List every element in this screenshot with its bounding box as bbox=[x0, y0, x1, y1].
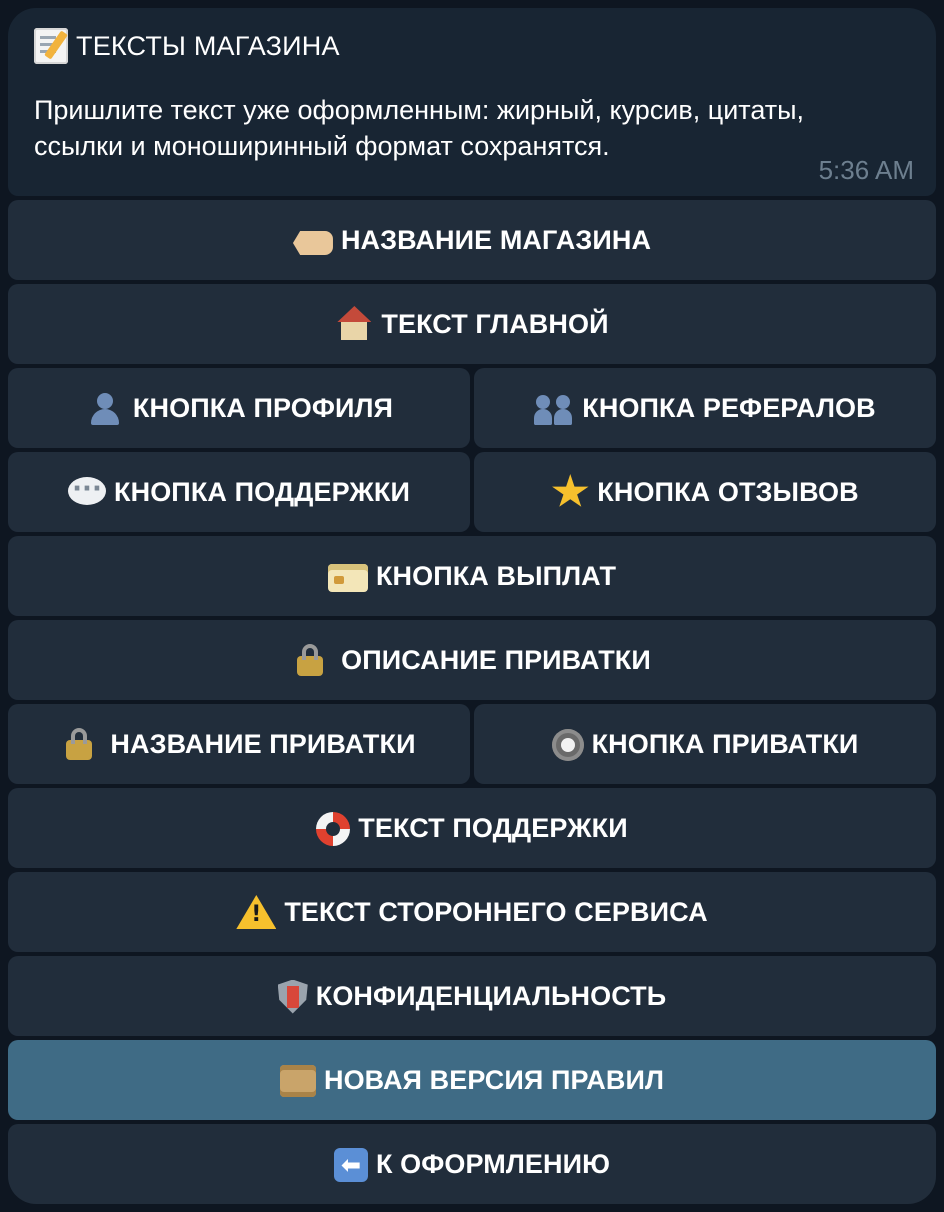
button-label: ТЕКСТ СТОРОННЕГО СЕРВИСА bbox=[284, 896, 708, 927]
button-label: НАЗВАНИЕ МАГАЗИНА bbox=[340, 224, 652, 255]
keyboard-row: КНОПКА ПРОФИЛЯ КНОПКА РЕФЕРАЛОВ bbox=[8, 368, 936, 448]
label-tag-icon bbox=[292, 231, 333, 255]
message-time: 5:36 AM bbox=[818, 155, 914, 185]
keyboard-row: КНОПКА ПОДДЕРЖКИ КНОПКА ОТЗЫВОВ bbox=[8, 452, 936, 532]
users-icon bbox=[534, 391, 574, 425]
message-title-text: ТЕКСТЫ МАГАЗИНА bbox=[76, 31, 340, 61]
keyboard-row: НОВАЯ ВЕРСИЯ ПРАВИЛ bbox=[8, 1040, 936, 1120]
lock-key-icon bbox=[293, 642, 333, 678]
main-text-button[interactable]: ТЕКСТ ГЛАВНОЙ bbox=[8, 284, 936, 364]
new-rules-version-button[interactable]: НОВАЯ ВЕРСИЯ ПРАВИЛ bbox=[8, 1040, 936, 1120]
button-label: КНОПКА ПРОФИЛЯ bbox=[132, 392, 394, 423]
button-label: НАЗВАНИЕ ПРИВАТКИ bbox=[110, 728, 416, 759]
star-icon bbox=[552, 474, 589, 507]
chat-area: ТЕКСТЫ МАГАЗИНА Пришлите текст уже оформ… bbox=[8, 8, 936, 1208]
lock-key-icon bbox=[62, 726, 102, 762]
memo-icon bbox=[34, 28, 68, 64]
private-button-button[interactable]: КНОПКА ПРИВАТКИ bbox=[474, 704, 936, 784]
button-label: ОПИСАНИЕ ПРИВАТКИ bbox=[341, 644, 651, 675]
keyboard-row: КОНФИДЕНЦИАЛЬНОСТЬ bbox=[8, 956, 936, 1036]
message-title: ТЕКСТЫ МАГАЗИНА bbox=[34, 28, 910, 64]
keyboard-row: КНОПКА ВЫПЛАТ bbox=[8, 536, 936, 616]
credit-card-icon bbox=[327, 564, 368, 592]
profile-button-button[interactable]: КНОПКА ПРОФИЛЯ bbox=[8, 368, 470, 448]
button-label: ТЕКСТ ГЛАВНОЙ bbox=[381, 308, 609, 339]
support-button-button[interactable]: КНОПКА ПОДДЕРЖКИ bbox=[8, 452, 470, 532]
button-label: КОНФИДЕНЦИАЛЬНОСТЬ bbox=[315, 980, 667, 1011]
scroll-icon bbox=[279, 1065, 316, 1097]
button-label: КНОПКА ПРИВАТКИ bbox=[591, 728, 859, 759]
button-label: ТЕКСТ ПОДДЕРЖКИ bbox=[358, 812, 628, 843]
life-buoy-icon bbox=[316, 811, 351, 846]
third-party-service-text-button[interactable]: ТЕКСТ СТОРОННЕГО СЕРВИСА bbox=[8, 872, 936, 952]
button-label: НОВАЯ ВЕРСИЯ ПРАВИЛ bbox=[323, 1064, 664, 1095]
keyboard-row: НАЗВАНИЕ ПРИВАТКИ КНОПКА ПРИВАТКИ bbox=[8, 704, 936, 784]
message-text: Пришлите текст уже оформленным: жирный, … bbox=[34, 95, 805, 161]
keyboard-row: ТЕКСТ ПОДДЕРЖКИ bbox=[8, 788, 936, 868]
privacy-button[interactable]: КОНФИДЕНЦИАЛЬНОСТЬ bbox=[8, 956, 936, 1036]
back-to-design-button[interactable]: К ОФОРМЛЕНИЮ bbox=[8, 1124, 936, 1204]
button-label: КНОПКА ОТЗЫВОВ bbox=[597, 476, 859, 507]
support-text-button[interactable]: ТЕКСТ ПОДДЕРЖКИ bbox=[8, 788, 936, 868]
user-icon bbox=[85, 391, 125, 425]
house-icon bbox=[335, 306, 373, 342]
referrals-button-button[interactable]: КНОПКА РЕФЕРАЛОВ bbox=[474, 368, 936, 448]
private-name-button[interactable]: НАЗВАНИЕ ПРИВАТКИ bbox=[8, 704, 470, 784]
message-bubble: ТЕКСТЫ МАГАЗИНА Пришлите текст уже оформ… bbox=[8, 8, 936, 196]
warning-icon bbox=[236, 895, 277, 929]
radio-button-icon bbox=[551, 729, 584, 761]
button-label: КНОПКА РЕФЕРАЛОВ bbox=[582, 392, 876, 423]
shop-name-button[interactable]: НАЗВАНИЕ МАГАЗИНА bbox=[8, 200, 936, 280]
inline-keyboard: НАЗВАНИЕ МАГАЗИНА ТЕКСТ ГЛАВНОЙ КНОПКА П… bbox=[8, 200, 936, 1204]
button-label: КНОПКА ВЫПЛАТ bbox=[375, 560, 617, 591]
private-description-button[interactable]: ОПИСАНИЕ ПРИВАТКИ bbox=[8, 620, 936, 700]
keyboard-row: ТЕКСТ СТОРОННЕГО СЕРВИСА bbox=[8, 872, 936, 952]
keyboard-row: К ОФОРМЛЕНИЮ bbox=[8, 1124, 936, 1204]
keyboard-row: ТЕКСТ ГЛАВНОЙ bbox=[8, 284, 936, 364]
payouts-button-button[interactable]: КНОПКА ВЫПЛАТ bbox=[8, 536, 936, 616]
button-label: КНОПКА ПОДДЕРЖКИ bbox=[114, 476, 410, 507]
back-arrow-icon bbox=[333, 1147, 368, 1182]
keyboard-row: НАЗВАНИЕ МАГАЗИНА bbox=[8, 200, 936, 280]
keyboard-row: ОПИСАНИЕ ПРИВАТКИ bbox=[8, 620, 936, 700]
button-label: К ОФОРМЛЕНИЮ bbox=[375, 1148, 611, 1179]
shield-icon bbox=[277, 979, 308, 1014]
reviews-button-button[interactable]: КНОПКА ОТЗЫВОВ bbox=[474, 452, 936, 532]
speech-bubble-icon bbox=[68, 475, 107, 509]
